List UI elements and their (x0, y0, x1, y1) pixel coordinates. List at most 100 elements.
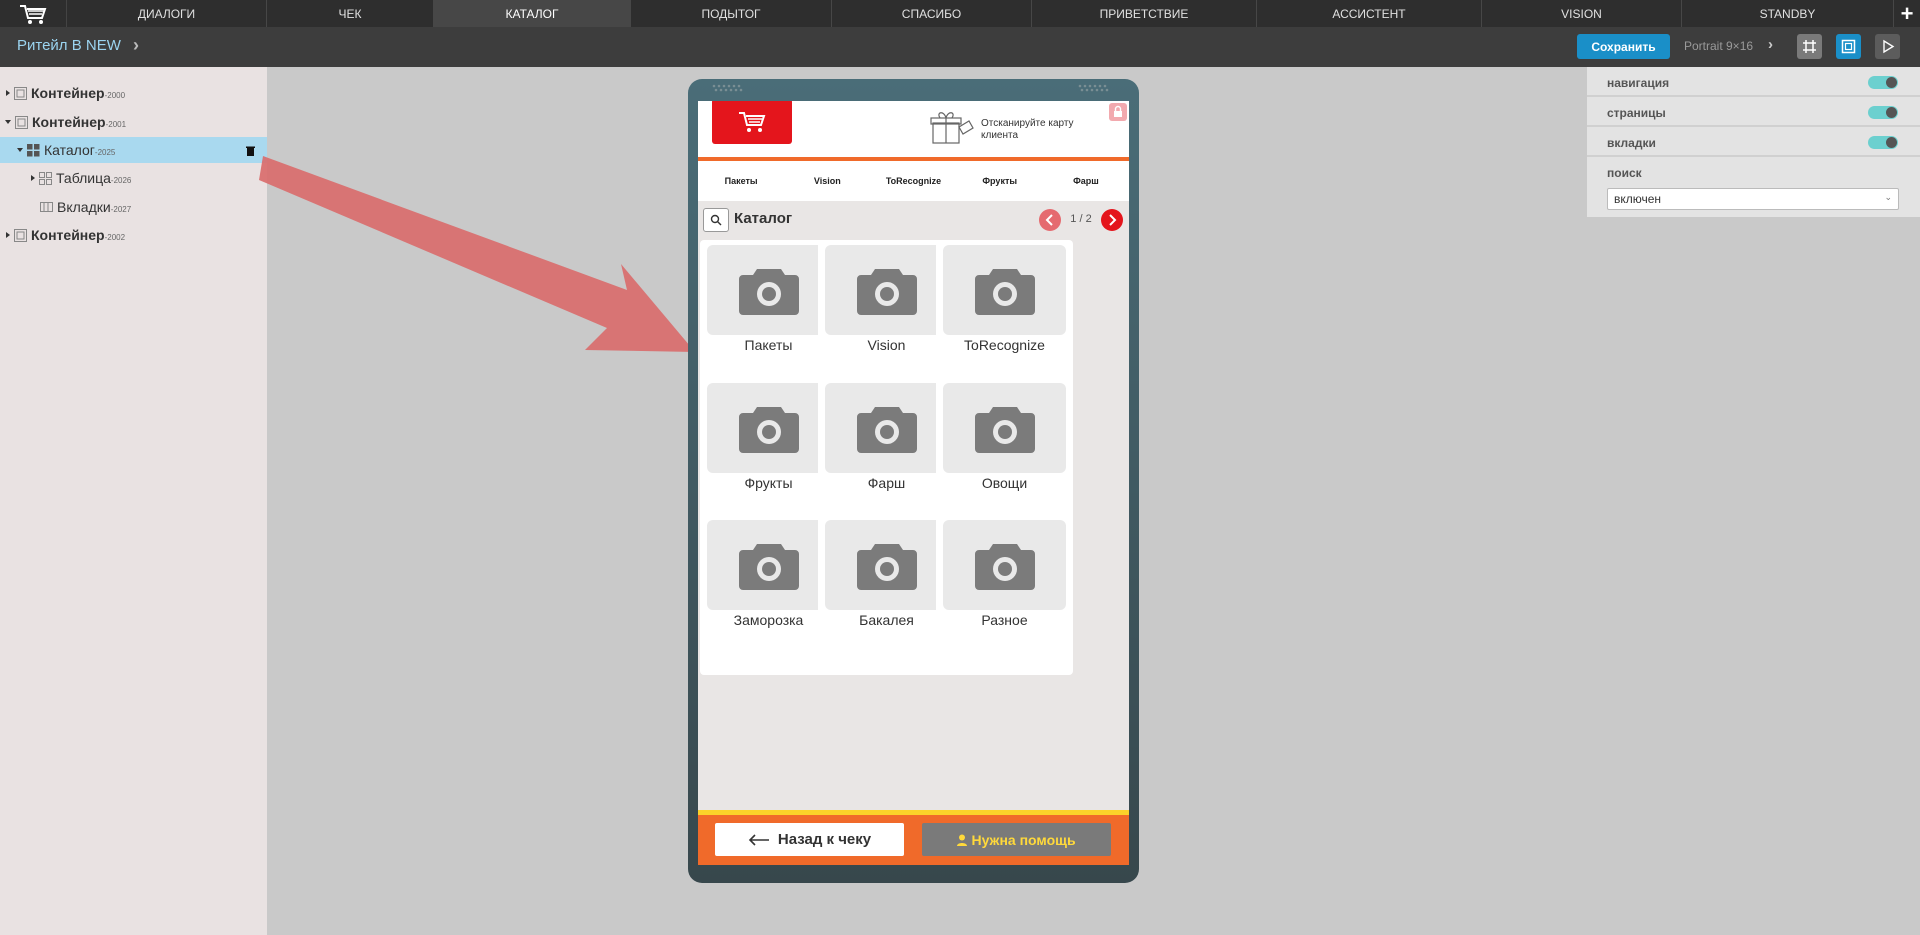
tree-item-container[interactable]: Контейнер -2002 (0, 222, 267, 248)
catalog-title: Каталог (734, 210, 793, 227)
prop-label: навигация (1607, 76, 1670, 90)
category-tab[interactable]: Фрукты (957, 161, 1043, 201)
tree-item-container[interactable]: Контейнер -2001 (0, 109, 267, 135)
camera-icon (943, 245, 1066, 335)
lock-icon[interactable] (1109, 103, 1127, 121)
expand-icon[interactable] (6, 232, 10, 238)
tree-item-container[interactable]: Контейнер -2000 (0, 80, 267, 106)
expand-icon[interactable] (6, 90, 10, 96)
orientation-label[interactable]: Portrait 9×16 (1684, 39, 1753, 53)
tabs-toggle[interactable] (1868, 136, 1898, 149)
play-icon[interactable] (1875, 34, 1900, 59)
prop-search: поиск включен ⌄ (1587, 157, 1920, 217)
camera-icon (825, 520, 948, 610)
tree-item-table[interactable]: Таблица -2026 (0, 165, 267, 191)
tab-assistant[interactable]: АССИСТЕНТ (1257, 0, 1482, 27)
tree-item-label: Вкладки (57, 199, 111, 215)
chevron-left-icon (1045, 214, 1053, 226)
speaker-grille-icon (1078, 84, 1109, 92)
catalog-card[interactable]: Фрукты (700, 378, 837, 538)
camera-icon (825, 245, 948, 335)
chevron-right-icon[interactable]: › (1768, 36, 1773, 53)
cart-icon (739, 111, 766, 132)
tab-catalog[interactable]: КАТАЛОГ (434, 0, 631, 27)
tab-standby[interactable]: STANDBY (1682, 0, 1894, 27)
tab-receipt[interactable]: ЧЕК (267, 0, 434, 27)
tab-thanks[interactable]: СПАСИБО (832, 0, 1032, 27)
tree-item-id: -2025 (94, 147, 116, 157)
tab-dialogs[interactable]: ДИАЛОГИ (67, 0, 267, 27)
search-select[interactable]: включен ⌄ (1607, 188, 1899, 210)
category-tab[interactable]: ToRecognize (870, 161, 956, 201)
back-label: Назад к чеку (777, 831, 872, 848)
chevron-right-icon[interactable]: › (133, 35, 139, 56)
catalog-card-label: Разное (981, 612, 1028, 628)
catalog-card[interactable]: Vision (818, 240, 955, 400)
cart-button[interactable] (712, 101, 792, 144)
navigation-toggle[interactable] (1868, 76, 1898, 89)
prev-page-button[interactable] (1039, 209, 1061, 231)
tab-subtotal[interactable]: ПОДЫТОГ (631, 0, 832, 27)
catalog-card[interactable]: Разное (936, 515, 1073, 675)
collapse-icon[interactable] (5, 120, 11, 124)
top-tab-bar: ДИАЛОГИ ЧЕК КАТАЛОГ ПОДЫТОГ СПАСИБО ПРИВ… (0, 0, 1920, 27)
category-tab[interactable]: Пакеты (698, 161, 784, 201)
search-icon[interactable] (703, 208, 729, 232)
cart-logo-icon[interactable] (0, 0, 67, 27)
tree-item-tabs[interactable]: Вкладки -2027 (0, 194, 267, 220)
grid-icon (27, 143, 40, 156)
tree-item-label: Контейнер (32, 114, 106, 130)
tree-item-label: Контейнер (31, 227, 105, 243)
camera-icon (943, 520, 1066, 610)
category-tab[interactable]: Фарш (1043, 161, 1129, 201)
gift-card-icon (930, 112, 974, 144)
toolbar: Ритейл B NEW › Сохранить Portrait 9×16 › (0, 27, 1920, 67)
search-select-value: включен (1614, 192, 1662, 206)
catalog-card-label: Заморозка (733, 612, 804, 628)
pagination-text: 1 / 2 (1070, 213, 1092, 225)
catalog-card[interactable]: Бакалея (818, 515, 955, 675)
add-tab-button[interactable]: + (1894, 0, 1920, 27)
catalog-card[interactable]: Пакеты (700, 240, 837, 400)
tree-item-id: -2027 (110, 204, 132, 214)
chevron-down-icon: ⌄ (1884, 192, 1892, 202)
catalog-card-label: Бакалея (859, 612, 914, 628)
catalog-card[interactable]: Овощи (936, 378, 1073, 538)
trash-icon[interactable] (246, 146, 255, 156)
tab-welcome[interactable]: ПРИВЕТСТВИЕ (1032, 0, 1257, 27)
catalog-card-label: Фарш (867, 475, 906, 491)
catalog-card-label: Фрукты (744, 475, 793, 491)
tab-vision[interactable]: VISION (1482, 0, 1682, 27)
catalog-card-label: Овощи (981, 475, 1028, 491)
collapse-icon[interactable] (17, 148, 23, 152)
tree-item-catalog[interactable]: Каталог -2025 (0, 137, 267, 163)
container-icon (15, 115, 28, 129)
catalog-card[interactable]: ToRecognize (936, 240, 1073, 400)
catalog-card-label: Пакеты (744, 337, 793, 353)
footer-stripe (698, 810, 1129, 815)
catalog-card[interactable]: Фарш (818, 378, 955, 538)
kiosk-screen: Отсканируйте карту клиента Пакеты Vision… (698, 101, 1129, 865)
project-name[interactable]: Ритейл B NEW (17, 37, 121, 54)
layout-icon[interactable] (1836, 34, 1861, 59)
tree-item-id: -2001 (105, 119, 127, 129)
camera-icon (707, 383, 830, 473)
user-icon (957, 834, 968, 846)
back-to-receipt-button[interactable]: Назад к чеку (715, 823, 904, 856)
help-label: Нужна помощь (971, 831, 1076, 848)
category-tabs: Пакеты Vision ToRecognize Фрукты Фарш (698, 161, 1129, 201)
prop-navigation: навигация (1587, 67, 1920, 97)
expand-icon[interactable] (31, 175, 35, 181)
catalog-card[interactable]: Заморозка (700, 515, 837, 675)
save-button[interactable]: Сохранить (1577, 34, 1670, 59)
tree-item-label: Каталог (44, 142, 95, 158)
properties-panel: навигация страницы вкладки поиск включен… (1587, 67, 1920, 217)
tree-item-id: -2002 (104, 232, 126, 242)
camera-icon (707, 245, 830, 335)
pages-toggle[interactable] (1868, 106, 1898, 119)
frame-icon[interactable] (1797, 34, 1822, 59)
prop-tabs: вкладки (1587, 127, 1920, 157)
category-tab[interactable]: Vision (784, 161, 870, 201)
need-help-button[interactable]: Нужна помощь (922, 823, 1111, 856)
next-page-button[interactable] (1101, 209, 1123, 231)
